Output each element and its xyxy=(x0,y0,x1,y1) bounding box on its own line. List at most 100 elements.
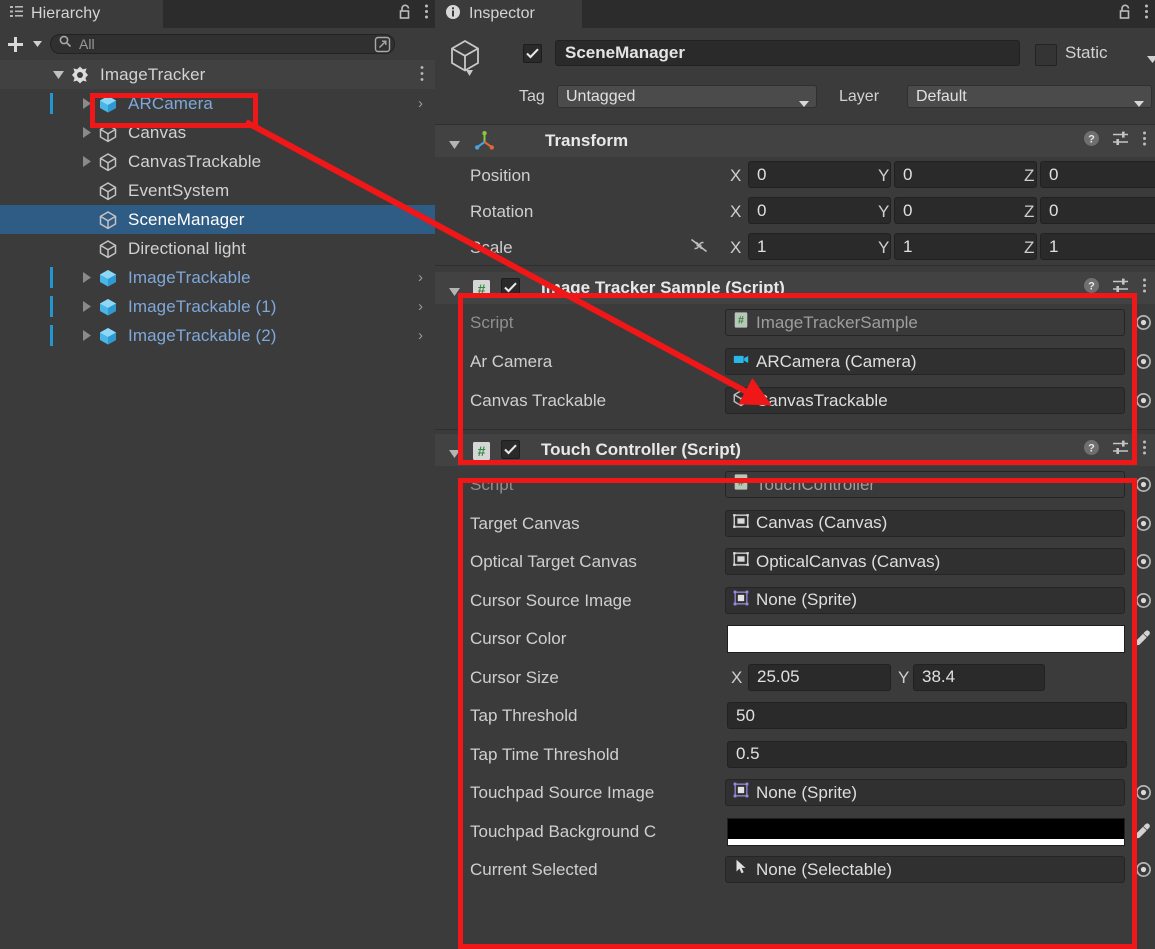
object-field[interactable]: Canvas (Canvas) xyxy=(725,509,1125,537)
search-input[interactable] xyxy=(72,36,394,52)
object-picker-button[interactable] xyxy=(1135,353,1152,370)
transform-position-x[interactable]: 0 xyxy=(748,161,891,188)
preset-icon[interactable] xyxy=(1112,277,1130,299)
create-object-button[interactable] xyxy=(0,29,30,59)
object-field-value: TouchController xyxy=(756,474,876,494)
hierarchy-item-scenemanager[interactable]: SceneManager xyxy=(0,205,435,234)
property-row-canvas-trackable: Canvas Trackable CanvasTrackable xyxy=(435,382,1155,421)
object-picker-button[interactable] xyxy=(1135,392,1152,409)
object-picker-button[interactable] xyxy=(1135,476,1152,493)
help-icon[interactable]: ? xyxy=(1083,277,1100,299)
color-swatch[interactable] xyxy=(727,817,1125,846)
object-field[interactable]: OpticalCanvas (Canvas) xyxy=(725,548,1125,575)
object-picker-button[interactable] xyxy=(1135,784,1152,801)
hierarchy-search[interactable] xyxy=(50,34,395,54)
object-picker-button[interactable] xyxy=(1135,314,1152,331)
object-field[interactable]: CanvasTrackable xyxy=(725,387,1125,414)
foldout-open-icon[interactable] xyxy=(449,445,460,463)
image-tracker-sample-properties: Script # ImageTrackerSample Ar Camera ARC… xyxy=(435,304,1155,421)
tap-threshold-field[interactable]: 50 xyxy=(727,702,1127,729)
tab-hierarchy[interactable]: Hierarchy xyxy=(0,0,163,28)
gameobject-enabled-checkbox[interactable] xyxy=(523,44,542,63)
object-field[interactable]: None (Sprite) xyxy=(725,586,1125,614)
preset-icon[interactable] xyxy=(1112,439,1130,461)
transform-position-y[interactable]: 0 xyxy=(894,161,1037,188)
tap-time-threshold-field[interactable]: 0.5 xyxy=(727,740,1127,768)
property-label: Touchpad Background C xyxy=(470,821,657,841)
object-field[interactable]: # TouchController xyxy=(725,471,1125,498)
static-checkbox[interactable] xyxy=(1035,44,1057,66)
lock-open-icon[interactable] xyxy=(1118,3,1133,25)
component-header-touch-controller[interactable]: # Touch Controller (Script) ? xyxy=(435,434,1155,466)
transform-scale-x[interactable]: 1 xyxy=(748,233,891,260)
object-field[interactable]: None (Selectable) xyxy=(725,856,1125,883)
transform-rotation-x[interactable]: 0 xyxy=(748,197,891,224)
kebab-menu-icon[interactable] xyxy=(1142,439,1147,461)
object-field[interactable]: None (Sprite) xyxy=(725,779,1125,806)
component-header-image-tracker-sample[interactable]: # Image Tracker Sample (Script) ? xyxy=(435,272,1155,304)
layer-dropdown[interactable]: Default xyxy=(907,85,1152,108)
axis-label-y: Y xyxy=(898,667,910,687)
cursor-size-x[interactable]: 25.05 xyxy=(748,663,891,691)
object-picker-button[interactable] xyxy=(1135,515,1152,532)
chevron-right-icon[interactable]: › xyxy=(418,298,423,315)
object-picker-button[interactable] xyxy=(1135,592,1152,609)
help-icon[interactable]: ? xyxy=(1083,439,1100,461)
script-icon: # xyxy=(472,279,491,304)
kebab-menu-icon[interactable] xyxy=(420,65,424,87)
foldout-closed-icon[interactable] xyxy=(78,89,95,118)
foldout-closed-icon[interactable] xyxy=(78,263,95,292)
hierarchy-item-imagetracker[interactable]: ImageTracker xyxy=(0,60,435,89)
axis-label-z: Z xyxy=(1024,238,1035,257)
eyedropper-icon[interactable] xyxy=(1133,628,1151,650)
hierarchy-item-imagetrackable[interactable]: ImageTrackable › xyxy=(0,263,435,292)
chevron-right-icon[interactable]: › xyxy=(418,269,423,286)
hierarchy-item-arcamera[interactable]: ARCamera › xyxy=(0,89,435,118)
foldout-open-icon[interactable] xyxy=(449,283,460,301)
transform-scale-y[interactable]: 1 xyxy=(894,233,1037,260)
foldout-open-icon[interactable] xyxy=(50,60,67,89)
hierarchy-item-canvastrackable[interactable]: CanvasTrackable xyxy=(0,147,435,176)
constrain-proportions-off-icon[interactable] xyxy=(689,237,709,259)
prefab-icon xyxy=(98,89,118,118)
hierarchy-item-canvas[interactable]: Canvas xyxy=(0,118,435,147)
hierarchy-item-imagetrackable-2[interactable]: ImageTrackable (2) › xyxy=(0,321,435,350)
object-picker-button[interactable] xyxy=(1135,553,1152,570)
kebab-menu-icon[interactable] xyxy=(1144,3,1149,25)
foldout-open-icon[interactable] xyxy=(449,136,460,154)
scene-picker-icon[interactable] xyxy=(374,36,391,53)
eyedropper-icon[interactable] xyxy=(1133,821,1151,843)
chevron-right-icon[interactable]: › xyxy=(418,95,423,112)
hierarchy-item-directional-light[interactable]: Directional light xyxy=(0,234,435,263)
component-enabled-checkbox[interactable] xyxy=(501,278,520,297)
kebab-menu-icon[interactable] xyxy=(1142,130,1147,152)
foldout-closed-icon[interactable] xyxy=(78,292,95,321)
transform-rotation-z[interactable]: 0 xyxy=(1040,197,1155,224)
hierarchy-item-imagetrackable-1[interactable]: ImageTrackable (1) › xyxy=(0,292,435,321)
help-icon[interactable]: ? xyxy=(1083,130,1100,152)
gameobject-name-field[interactable]: SceneManager xyxy=(555,40,1020,66)
static-dropdown-icon[interactable] xyxy=(1147,50,1155,68)
create-object-dropdown-icon[interactable] xyxy=(30,29,44,59)
tag-dropdown[interactable]: Untagged xyxy=(557,85,817,108)
kebab-menu-icon[interactable] xyxy=(424,3,429,25)
preset-icon[interactable] xyxy=(1112,130,1130,152)
object-field[interactable]: ARCamera (Camera) xyxy=(725,348,1125,375)
hierarchy-item-eventsystem[interactable]: EventSystem xyxy=(0,176,435,205)
kebab-menu-icon[interactable] xyxy=(1142,277,1147,299)
component-enabled-checkbox[interactable] xyxy=(501,440,520,459)
chevron-right-icon[interactable]: › xyxy=(418,327,423,344)
transform-scale-z[interactable]: 1 xyxy=(1040,233,1155,260)
object-field[interactable]: # ImageTrackerSample xyxy=(725,309,1125,336)
cursor-size-y[interactable]: 38.4 xyxy=(913,663,1045,691)
color-swatch[interactable] xyxy=(727,625,1125,653)
transform-position-z[interactable]: 0 xyxy=(1040,161,1155,188)
foldout-closed-icon[interactable] xyxy=(78,147,95,176)
foldout-closed-icon[interactable] xyxy=(78,118,95,147)
foldout-closed-icon[interactable] xyxy=(78,321,95,350)
lock-open-icon[interactable] xyxy=(398,3,413,25)
transform-rotation-y[interactable]: 0 xyxy=(894,197,1037,224)
object-picker-button[interactable] xyxy=(1135,861,1152,878)
component-header-transform[interactable]: Transform ? xyxy=(435,125,1155,157)
tab-inspector[interactable]: Inspector xyxy=(435,0,582,28)
